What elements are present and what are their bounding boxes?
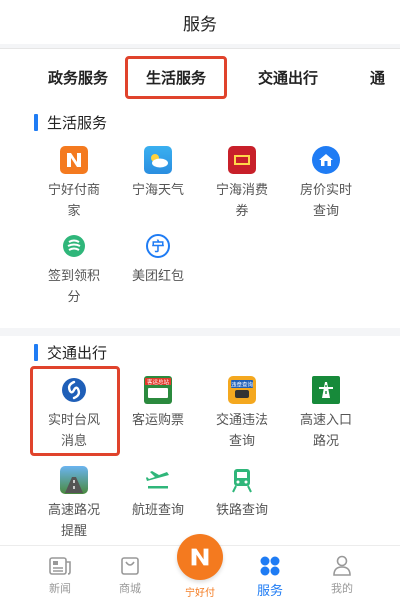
section-accent-bar xyxy=(34,114,38,131)
service-item-label: 宁好付商家 xyxy=(47,183,100,219)
tab-truncated[interactable]: 通 xyxy=(370,67,385,88)
bottom-navigation: 新闻 商城 宁好付 服务 我的 xyxy=(0,534,400,600)
service-item-label: 高速路况提醒 xyxy=(47,503,100,539)
nav-label: 我的 xyxy=(331,582,353,595)
svg-text:客运总站: 客运总站 xyxy=(147,378,170,386)
service-item[interactable]: 宁海消费券 xyxy=(202,146,282,222)
flight-icon xyxy=(144,466,172,494)
service-item-label: 签到领积分 xyxy=(47,269,100,305)
section-accent-bar xyxy=(34,344,38,361)
top-bar: 服务 xyxy=(0,0,400,44)
service-item[interactable]: 航班查询 xyxy=(118,466,198,521)
section-header: 生活服务 xyxy=(34,112,107,133)
ninghaofu-merchant-icon xyxy=(60,146,88,174)
news-icon xyxy=(49,554,71,578)
house-price-icon xyxy=(312,146,340,174)
nav-news[interactable]: 新闻 xyxy=(30,546,90,600)
service-item-label: 交通违法查询 xyxy=(215,413,268,449)
section-title: 生活服务 xyxy=(47,114,108,132)
profile-icon xyxy=(332,554,352,578)
service-item[interactable]: 宁海天气 xyxy=(118,146,198,201)
tab-life-services[interactable]: 生活服务 xyxy=(125,56,228,99)
nav-label: 商城 xyxy=(119,582,141,595)
nav-label: 新闻 xyxy=(49,582,71,595)
nav-profile[interactable]: 我的 xyxy=(312,546,372,600)
section-divider xyxy=(0,328,400,336)
service-item-label: 铁路查询 xyxy=(215,503,268,518)
service-item[interactable]: 签到领积分 xyxy=(34,232,114,308)
tab-government-services[interactable]: 政务服务 xyxy=(48,67,108,88)
service-item-label: 宁海消费券 xyxy=(215,183,268,219)
service-item-label: 航班查询 xyxy=(131,503,184,518)
service-item-label: 房价实时查询 xyxy=(299,183,352,219)
shop-bag-icon xyxy=(120,554,140,578)
services-grid-icon xyxy=(259,554,281,578)
life-services-section: 生活服务 宁好付商家 宁海天气 宁海消费券 房价实时查询 签到领积分 宁 美团红… xyxy=(0,106,400,328)
service-item-label: 客运购票 xyxy=(131,413,184,428)
svg-text:违章查询: 违章查询 xyxy=(231,381,254,389)
highway-entrance-icon xyxy=(312,376,340,404)
traffic-violation-icon: 违章查询 xyxy=(228,376,256,404)
service-item-label: 宁海天气 xyxy=(131,183,184,198)
svg-text:宁: 宁 xyxy=(151,239,164,255)
service-item[interactable]: 宁好付商家 xyxy=(34,146,114,222)
page-title: 服务 xyxy=(183,14,217,35)
check-in-points-icon xyxy=(60,232,88,260)
nav-ninghaofu[interactable]: 宁好付 xyxy=(175,534,225,600)
bus-ticket-icon: 客运总站 xyxy=(144,376,172,404)
transportation-section: 交通出行 实时台风消息 客运总站 客运购票 违章查询 交通违法查询 高速入口路况… xyxy=(0,336,400,545)
service-item-label: 高速入口路况 xyxy=(299,413,352,449)
service-item[interactable]: 铁路查询 xyxy=(202,466,282,521)
nav-shop[interactable]: 商城 xyxy=(100,546,160,600)
nav-label: 宁好付 xyxy=(185,588,215,599)
service-item[interactable]: 宁 美团红包 xyxy=(118,232,198,287)
service-item-label: 美团红包 xyxy=(131,269,184,284)
highway-alert-icon xyxy=(60,466,88,494)
section-title: 交通出行 xyxy=(47,344,108,362)
service-item[interactable]: 客运总站 客运购票 xyxy=(118,376,198,431)
weather-icon xyxy=(144,146,172,174)
tab-transportation[interactable]: 交通出行 xyxy=(258,67,318,88)
railway-icon xyxy=(228,466,256,494)
service-item-highlighted[interactable]: 实时台风消息 xyxy=(30,366,120,456)
service-item[interactable]: 房价实时查询 xyxy=(286,146,366,222)
meituan-red-packet-icon: 宁 xyxy=(144,232,172,260)
nav-label: 服务 xyxy=(256,584,283,599)
section-header: 交通出行 xyxy=(34,342,107,363)
nav-services[interactable]: 服务 xyxy=(240,546,300,600)
category-tabs: 政务服务 生活服务 交通出行 通 xyxy=(0,48,400,106)
consumer-voucher-icon xyxy=(228,146,256,174)
ninghaofu-logo-icon xyxy=(177,534,223,580)
service-item[interactable]: 高速路况提醒 xyxy=(34,466,114,542)
service-item[interactable]: 违章查询 交通违法查询 xyxy=(202,376,282,452)
highlight-box xyxy=(30,366,120,456)
service-item[interactable]: 高速入口路况 xyxy=(286,376,366,452)
tabs-container: 政务服务 生活服务 交通出行 通 xyxy=(0,44,400,106)
